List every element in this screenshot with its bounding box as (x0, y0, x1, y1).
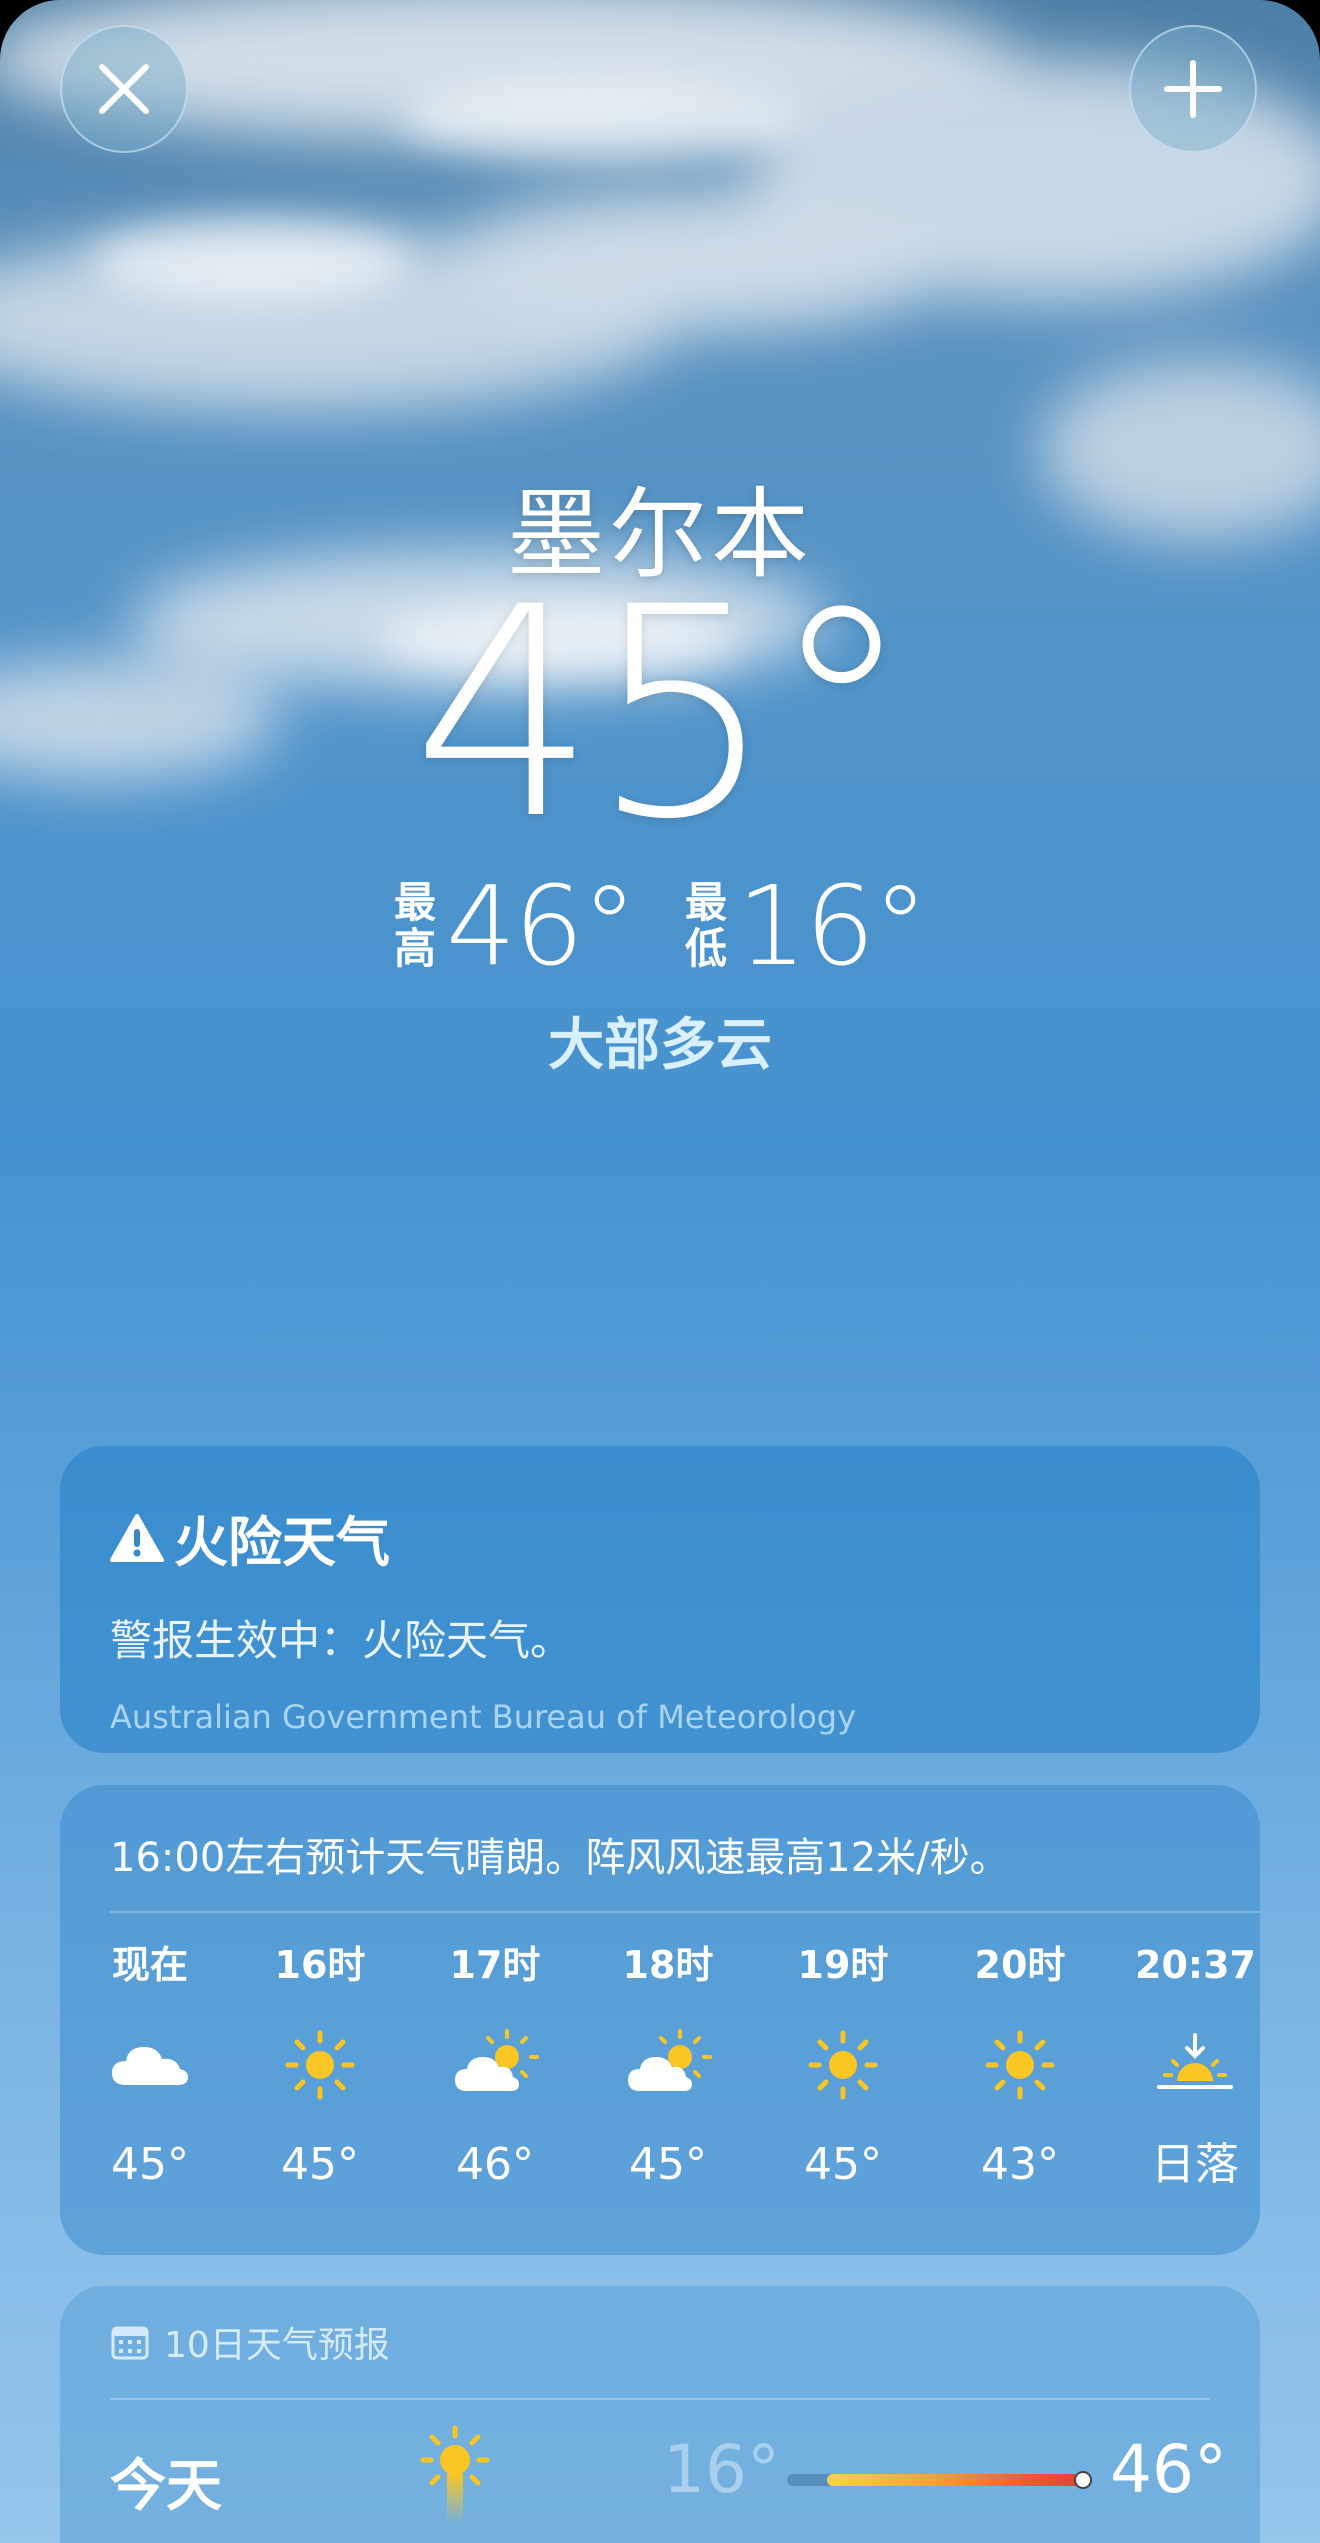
hour-item: 20:37 日落 (1135, 1935, 1256, 2195)
temperature-range-bar (787, 2471, 1092, 2489)
close-icon (99, 64, 149, 114)
hour-item: 20时 43° (960, 1935, 1080, 2195)
high-temperature: 46° (446, 862, 637, 990)
hour-temp: 45° (281, 2139, 359, 2190)
hour-temp: 日落 (1151, 2139, 1239, 2190)
partly-cloudy-icon (628, 2029, 712, 2091)
high-label-char-1: 最 (394, 878, 437, 927)
partly-cloudy-icon (455, 2029, 539, 2091)
sun-icon (808, 2030, 878, 2100)
calendar-icon (111, 2326, 149, 2360)
close-button[interactable] (60, 25, 188, 153)
hourly-forecast-card[interactable]: 16:00左右预计天气晴朗。阵风风速最高12米/秒。 现在 45° 16时 45… (60, 1785, 1260, 2255)
alert-source[interactable]: Australian Government Bureau of Meteorol… (110, 1698, 1210, 1736)
cloud-icon (112, 2047, 188, 2085)
hour-temp: 45° (111, 2139, 189, 2190)
hour-time: 16时 (274, 1943, 366, 1987)
daily-forecast-card[interactable]: 10日天气预报 今天 16° 46° (60, 2286, 1260, 2543)
high-label-char-2: 高 (394, 924, 437, 973)
high-low: 最 高 46° 最 低 16° (0, 862, 1320, 990)
sun-icon (985, 2030, 1055, 2100)
hour-time: 19时 (797, 1943, 889, 1987)
hour-item: 现在 45° (90, 1935, 210, 2195)
plus-icon (1164, 60, 1222, 118)
low-temperature: 16° (737, 862, 928, 990)
warning-icon (110, 1513, 164, 1562)
hour-time: 20:37 (1135, 1943, 1256, 1987)
daily-header-label: 10日天气预报 (164, 2325, 390, 2366)
hour-item: 17时 46° (435, 1935, 555, 2195)
condition-text: 大部多云 (548, 1013, 772, 1078)
hour-time: 17时 (449, 1943, 541, 1987)
day-high-temp: 46° (1110, 2431, 1227, 2508)
low-label-char-1: 最 (685, 878, 728, 927)
day-name: 今天 (110, 2454, 222, 2519)
high-label: 最 高 (394, 880, 436, 972)
divider (110, 1911, 1260, 1913)
add-button[interactable] (1129, 25, 1257, 153)
hour-time: 20时 (974, 1943, 1066, 1987)
hour-temp: 43° (981, 2139, 1059, 2190)
sun-icon (285, 2030, 355, 2100)
hour-time: 现在 (111, 1943, 188, 1987)
current-temp-indicator (1074, 2471, 1092, 2489)
hour-temp: 45° (804, 2139, 882, 2190)
sun-icon (420, 2425, 490, 2524)
alert-description: 警报生效中：火险天气。 (110, 1616, 573, 1665)
hour-temp: 45° (629, 2139, 707, 2190)
weather-screen: 墨尔本 45° 最 高 46° 最 低 16° 大部多云 火险天气 警报生效中：… (0, 0, 1320, 2543)
hour-item: 19时 45° (783, 1935, 903, 2195)
alert-title: 火险天气 (174, 1511, 390, 1574)
low-label-char-2: 低 (685, 924, 728, 973)
sunset-icon (1157, 2033, 1233, 2089)
hour-item: 16时 45° (260, 1935, 380, 2195)
hour-item: 18时 45° (608, 1935, 728, 2195)
divider (110, 2398, 1210, 2400)
hourly-summary: 16:00左右预计天气晴朗。阵风风速最高12米/秒。 (110, 1835, 1010, 1881)
day-low-temp: 16° (663, 2431, 780, 2508)
alert-card[interactable]: 火险天气 警报生效中：火险天气。 Australian Government B… (60, 1446, 1260, 1753)
hour-temp: 46° (456, 2139, 534, 2190)
daily-header: 10日天气预报 (110, 2316, 390, 2368)
alert-title-row: 火险天气 (110, 1498, 1210, 1577)
hour-time: 18时 (622, 1943, 714, 1987)
low-label: 最 低 (685, 880, 727, 972)
current-temperature: 45° (411, 546, 914, 883)
temperature-range-fill (827, 2474, 1092, 2486)
